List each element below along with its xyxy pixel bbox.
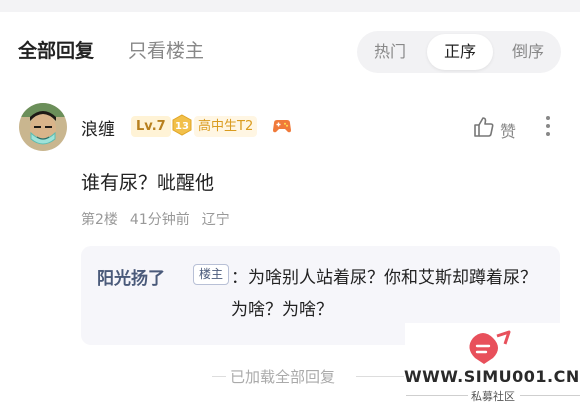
- watermark-logo-icon: [453, 326, 515, 366]
- sort-toggle: 热门 正序 倒序: [357, 31, 561, 73]
- divider-right: [356, 376, 404, 377]
- comment-meta: 第2楼 41分钟前 辽宁: [81, 209, 230, 229]
- top-strip: [0, 0, 580, 12]
- sort-ascending-button[interactable]: 正序: [427, 34, 493, 70]
- comment-location: 辽宁: [201, 212, 230, 228]
- number-13-badge-icon: 13: [171, 114, 193, 136]
- level-badge: Lv.7: [131, 116, 171, 137]
- tab-all-replies[interactable]: 全部回复: [18, 36, 94, 63]
- comment-username[interactable]: 浪缠: [81, 115, 115, 140]
- more-vertical-icon[interactable]: [544, 116, 552, 140]
- floor-number: 第2楼: [81, 212, 118, 228]
- watermark-line-right: [520, 395, 580, 396]
- watermark-subtitle: 私募社区: [471, 390, 515, 403]
- game-controller-icon: [270, 114, 294, 138]
- divider-left: [212, 376, 226, 377]
- tab-op-only[interactable]: 只看楼主: [128, 36, 204, 63]
- rank-title-badge: 高中生T2: [194, 116, 258, 137]
- thumbs-up-icon[interactable]: [472, 115, 496, 139]
- sort-hot-button[interactable]: 热门: [357, 31, 423, 73]
- loaded-all-replies-label: 已加载全部回复: [230, 368, 336, 386]
- watermark-line-left: [406, 395, 468, 396]
- watermark-url: WWW.SIMU001.CN: [404, 367, 580, 386]
- op-tag-badge: 楼主: [193, 264, 230, 285]
- reply-text: ：为啥别人站着尿？你和艾斯却蹲着尿？为啥？为啥？: [231, 268, 537, 320]
- reply-tabs: 全部回复 只看楼主: [18, 36, 204, 63]
- avatar[interactable]: [19, 103, 67, 151]
- sort-descending-button[interactable]: 倒序: [495, 31, 561, 73]
- reply-author[interactable]: 阳光扬了: [97, 264, 165, 289]
- comment-text: 谁有尿？呲醒他: [81, 172, 215, 194]
- badge-number: 13: [175, 121, 189, 132]
- comment-time: 41分钟前: [129, 212, 190, 228]
- like-label[interactable]: 赞: [500, 118, 516, 142]
